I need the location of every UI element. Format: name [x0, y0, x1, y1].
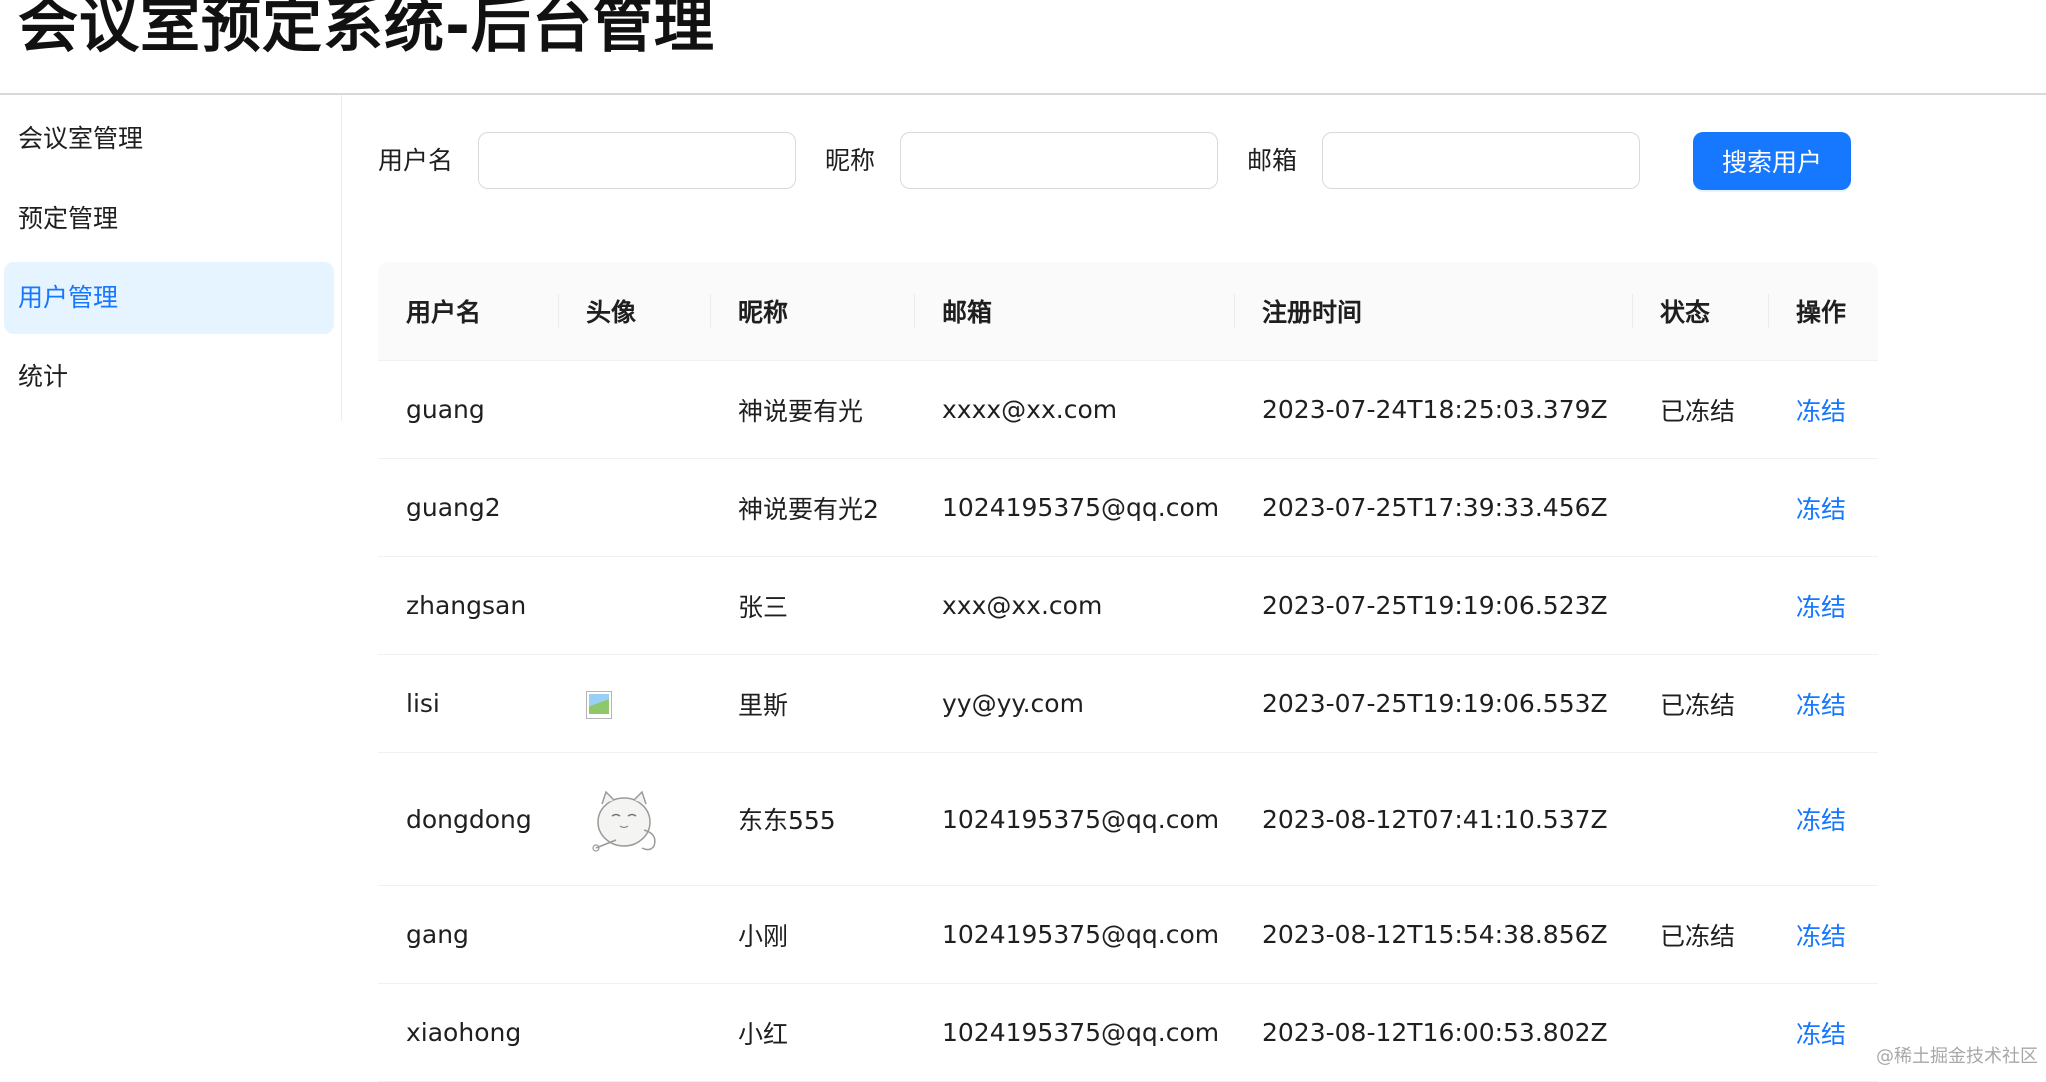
cell-email: 1024195375@qq.com [914, 753, 1234, 886]
cell-username: dongdong [378, 753, 558, 886]
cell-email: xxx@xx.com [914, 557, 1234, 655]
email-label: 邮箱 [1247, 132, 1297, 190]
freeze-link[interactable]: 冻结 [1796, 806, 1846, 835]
cell-avatar [558, 655, 710, 753]
cell-action: 冻结 [1768, 886, 1878, 984]
freeze-link[interactable]: 冻结 [1796, 691, 1846, 720]
cell-username: guang [378, 361, 558, 459]
cell-action: 冻结 [1768, 361, 1878, 459]
column-header-avatar: 头像 [558, 262, 710, 361]
column-header-registered-time: 注册时间 [1234, 262, 1632, 361]
cell-avatar [558, 361, 710, 459]
column-header-action: 操作 [1768, 262, 1878, 361]
cell-username: lisi [378, 655, 558, 753]
cell-nickname: 张三 [710, 557, 914, 655]
cell-action: 冻结 [1768, 753, 1878, 886]
cell-action: 冻结 [1768, 655, 1878, 753]
sidebar-item-meeting-room-management[interactable]: 会议室管理 [4, 103, 334, 175]
username-label: 用户名 [378, 132, 453, 190]
cell-status: 已冻结 [1632, 361, 1768, 459]
cell-nickname: 神说要有光2 [710, 459, 914, 557]
cell-avatar [558, 459, 710, 557]
table-row: gang 小刚 1024195375@qq.com 2023-08-12T15:… [378, 886, 1878, 984]
cell-status [1632, 984, 1768, 1082]
table-row: dongdong 东东555 1024195375@qq.com 2023-08… [378, 753, 1878, 886]
table-row: lisi 里斯 yy@yy.com 2023-07-25T19:19:06.55… [378, 655, 1878, 753]
sidebar-menu: 会议室管理 预定管理 用户管理 统计 [0, 95, 342, 421]
cell-username: gang [378, 886, 558, 984]
cell-status [1632, 557, 1768, 655]
cell-registered-time: 2023-08-12T16:00:53.802Z [1234, 984, 1632, 1082]
freeze-link[interactable]: 冻结 [1796, 495, 1846, 524]
cell-email: 1024195375@qq.com [914, 459, 1234, 557]
cell-nickname: 小红 [710, 984, 914, 1082]
table-row: xiaohong 小红 1024195375@qq.com 2023-08-12… [378, 984, 1878, 1082]
cell-avatar [558, 753, 710, 886]
sidebar-item-user-management[interactable]: 用户管理 [4, 262, 334, 334]
freeze-link[interactable]: 冻结 [1796, 593, 1846, 622]
cell-username: xiaohong [378, 984, 558, 1082]
cell-avatar [558, 984, 710, 1082]
cell-username: guang2 [378, 459, 558, 557]
column-header-status: 状态 [1632, 262, 1768, 361]
cell-avatar [558, 886, 710, 984]
cell-avatar [558, 557, 710, 655]
app-header: 会议室预定系统-后台管理 [0, 0, 2046, 95]
cell-email: 1024195375@qq.com [914, 886, 1234, 984]
table-row: guang2 神说要有光2 1024195375@qq.com 2023-07-… [378, 459, 1878, 557]
cell-action: 冻结 [1768, 984, 1878, 1082]
sidebar-item-statistics[interactable]: 统计 [4, 341, 334, 413]
cell-username: zhangsan [378, 557, 558, 655]
nickname-input[interactable] [900, 132, 1218, 189]
freeze-link[interactable]: 冻结 [1796, 922, 1846, 951]
cell-email: 1024195375@qq.com [914, 984, 1234, 1082]
cell-nickname: 东东555 [710, 753, 914, 886]
search-users-button[interactable]: 搜索用户 [1693, 132, 1851, 190]
table-row: zhangsan 张三 xxx@xx.com 2023-07-25T19:19:… [378, 557, 1878, 655]
cell-registered-time: 2023-07-25T19:19:06.553Z [1234, 655, 1632, 753]
table-header-row: 用户名 头像 昵称 邮箱 注册时间 状态 操作 [378, 262, 1878, 361]
freeze-link[interactable]: 冻结 [1796, 1020, 1846, 1049]
cell-registered-time: 2023-07-24T18:25:03.379Z [1234, 361, 1632, 459]
cell-status: 已冻结 [1632, 886, 1768, 984]
avatar-cat-image [586, 782, 664, 856]
broken-image-icon [586, 691, 612, 719]
nickname-label: 昵称 [825, 132, 875, 190]
cell-action: 冻结 [1768, 459, 1878, 557]
cell-registered-time: 2023-07-25T17:39:33.456Z [1234, 459, 1632, 557]
watermark: @稀土掘金技术社区 [1876, 1042, 2038, 1068]
cell-email: xxxx@xx.com [914, 361, 1234, 459]
cell-nickname: 神说要有光 [710, 361, 914, 459]
cell-email: yy@yy.com [914, 655, 1234, 753]
cell-registered-time: 2023-08-12T07:41:10.537Z [1234, 753, 1632, 886]
cell-registered-time: 2023-07-25T19:19:06.523Z [1234, 557, 1632, 655]
sidebar-item-booking-management[interactable]: 预定管理 [4, 183, 334, 255]
column-header-nickname: 昵称 [710, 262, 914, 361]
column-header-username: 用户名 [378, 262, 558, 361]
table-row: guang 神说要有光 xxxx@xx.com 2023-07-24T18:25… [378, 361, 1878, 459]
cell-action: 冻结 [1768, 557, 1878, 655]
email-input[interactable] [1322, 132, 1640, 189]
cell-registered-time: 2023-08-12T15:54:38.856Z [1234, 886, 1632, 984]
page-title: 会议室预定系统-后台管理 [18, 0, 715, 66]
users-table: 用户名 头像 昵称 邮箱 注册时间 状态 操作 guang 神说要有光 xxxx… [378, 262, 1878, 1082]
freeze-link[interactable]: 冻结 [1796, 397, 1846, 426]
username-input[interactable] [478, 132, 796, 189]
column-header-email: 邮箱 [914, 262, 1234, 361]
cell-status [1632, 459, 1768, 557]
cell-status: 已冻结 [1632, 655, 1768, 753]
cell-nickname: 里斯 [710, 655, 914, 753]
cell-status [1632, 753, 1768, 886]
cell-nickname: 小刚 [710, 886, 914, 984]
